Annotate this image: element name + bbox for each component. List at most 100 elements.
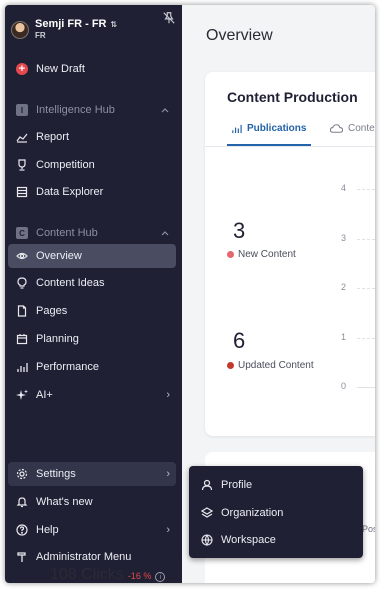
legend-dot-updated [227,362,234,369]
menu-item-label: Organization [221,507,284,519]
new-content-count: 3 [233,218,246,243]
sidebar-item-competition[interactable]: Competition [8,153,176,177]
section-content-hub[interactable]: C Content Hub [8,222,176,244]
section-label: Intelligence Hub [36,104,115,116]
sidebar-item-planning[interactable]: Planning [8,327,176,351]
sidebar-item-label: What's new [36,496,93,508]
y-tick: 4 [341,183,347,193]
sidebar-item-content-ideas[interactable]: Content Ideas [8,271,176,295]
grid-line [357,239,375,240]
sidebar-item-settings[interactable]: Settings › [8,462,176,486]
sidebar-item-label: Performance [36,361,99,373]
stat-label-text: Updated Content [238,360,314,371]
content-hub-icon: C [16,227,28,239]
y-tick: 1 [341,332,347,342]
workspace-name: Semji FR - FR [35,18,107,30]
chevron-up-icon [161,231,169,236]
section-label: Content Hub [36,227,98,239]
y-tick: 2 [341,282,347,292]
sidebar-item-performance[interactable]: Performance [8,355,176,379]
grid-line [357,338,375,339]
grid-line [357,387,375,388]
trend-icon [16,133,28,143]
menu-item-label: Profile [221,479,253,491]
chevron-right-icon: › [166,389,170,401]
stat-label-text: New Content [238,249,296,260]
eye-icon [16,252,28,260]
tab-content[interactable]: Conte [330,123,375,134]
workspace-locale: FR [35,31,46,40]
intelligence-hub-icon: I [16,104,28,116]
new-content-label: New Content [227,249,296,260]
tab-bar: Publications Conte [205,117,375,147]
document-icon [17,305,27,317]
sidebar-item-ai-plus[interactable]: AI+ › [8,383,176,407]
content-production-card: Content Production Publications Conte 3 … [205,72,375,436]
lightbulb-icon [17,277,27,289]
gear-icon [16,468,28,480]
sidebar-item-label: Report [36,131,70,143]
card-title: Content Production [227,89,358,105]
chevron-up-icon [161,108,169,113]
clicks-value: 108 Clicks [50,566,124,583]
tab-label: Publications [247,123,307,134]
section-intelligence-hub[interactable]: I Intelligence Hub [8,99,176,121]
chevron-updown-icon: ⇅ [110,20,118,29]
sidebar-item-label: Pages [36,305,68,317]
bar-chart-icon [17,363,28,372]
menu-item-organization[interactable]: Organization [201,502,283,524]
globe-icon [201,534,213,546]
menu-item-profile[interactable]: Profile [201,474,252,496]
sidebar-item-label: Competition [36,159,95,171]
user-icon [201,479,213,491]
layers-icon [201,507,213,518]
updated-content-count: 6 [233,328,246,353]
sidebar-item-label: AI+ [36,389,53,401]
new-draft-button[interactable]: + New Draft [8,57,176,81]
info-icon[interactable]: i [155,572,166,582]
updated-content-label: Updated Content [227,360,314,371]
avatar [11,21,29,39]
hammer-icon [17,552,26,562]
clicks-stat: 108 Clicks -16 % i [50,566,166,583]
trophy-icon [18,159,26,171]
page-title: Overview [206,27,273,44]
grid-line [357,189,375,190]
sidebar-item-report[interactable]: Report [8,125,176,149]
chevron-right-icon: › [166,468,170,480]
new-draft-label: New Draft [36,63,85,75]
sidebar-item-pages[interactable]: Pages [8,299,176,323]
grid-line [357,288,375,289]
sidebar-item-overview[interactable]: Overview [8,244,176,268]
sidebar-item-whats-new[interactable]: What's new [8,490,176,514]
sidebar-item-label: Overview [36,250,82,262]
sidebar-item-label: Content Ideas [36,277,105,289]
sidebar-item-label: Planning [36,333,79,345]
calendar-icon [16,334,28,345]
cloud-icon [330,124,343,133]
clicks-change: -16 % [127,571,152,581]
menu-item-workspace[interactable]: Workspace [201,529,276,551]
sparkle-icon [16,389,28,400]
y-tick: 0 [341,381,347,391]
database-icon [16,186,28,198]
app-window: Semji FR - FR ⇅ FR + New Draft I Intelli… [5,5,375,583]
sidebar-item-label: Settings [36,468,76,480]
unpin-icon[interactable] [162,11,176,25]
sidebar: Semji FR - FR ⇅ FR + New Draft I Intelli… [5,5,182,583]
y-tick: 3 [341,233,347,243]
tab-publications[interactable]: Publications [231,123,306,134]
sidebar-item-data-explorer[interactable]: Data Explorer [8,180,176,204]
bell-icon [16,497,28,508]
active-tab-indicator [227,144,311,146]
workspace-switcher[interactable]: Semji FR - FR ⇅ FR [11,15,176,45]
tab-label: Conte [348,123,375,134]
plus-icon: + [16,63,28,75]
chevron-right-icon: › [166,524,170,536]
partial-column-label: Pos [362,524,375,534]
sidebar-item-help[interactable]: Help › [8,518,176,542]
settings-submenu: Profile Organization Workspace [189,466,363,558]
sidebar-item-label: Help [36,524,59,536]
sidebar-item-label: Data Explorer [36,186,104,198]
legend-dot-new [227,251,234,258]
